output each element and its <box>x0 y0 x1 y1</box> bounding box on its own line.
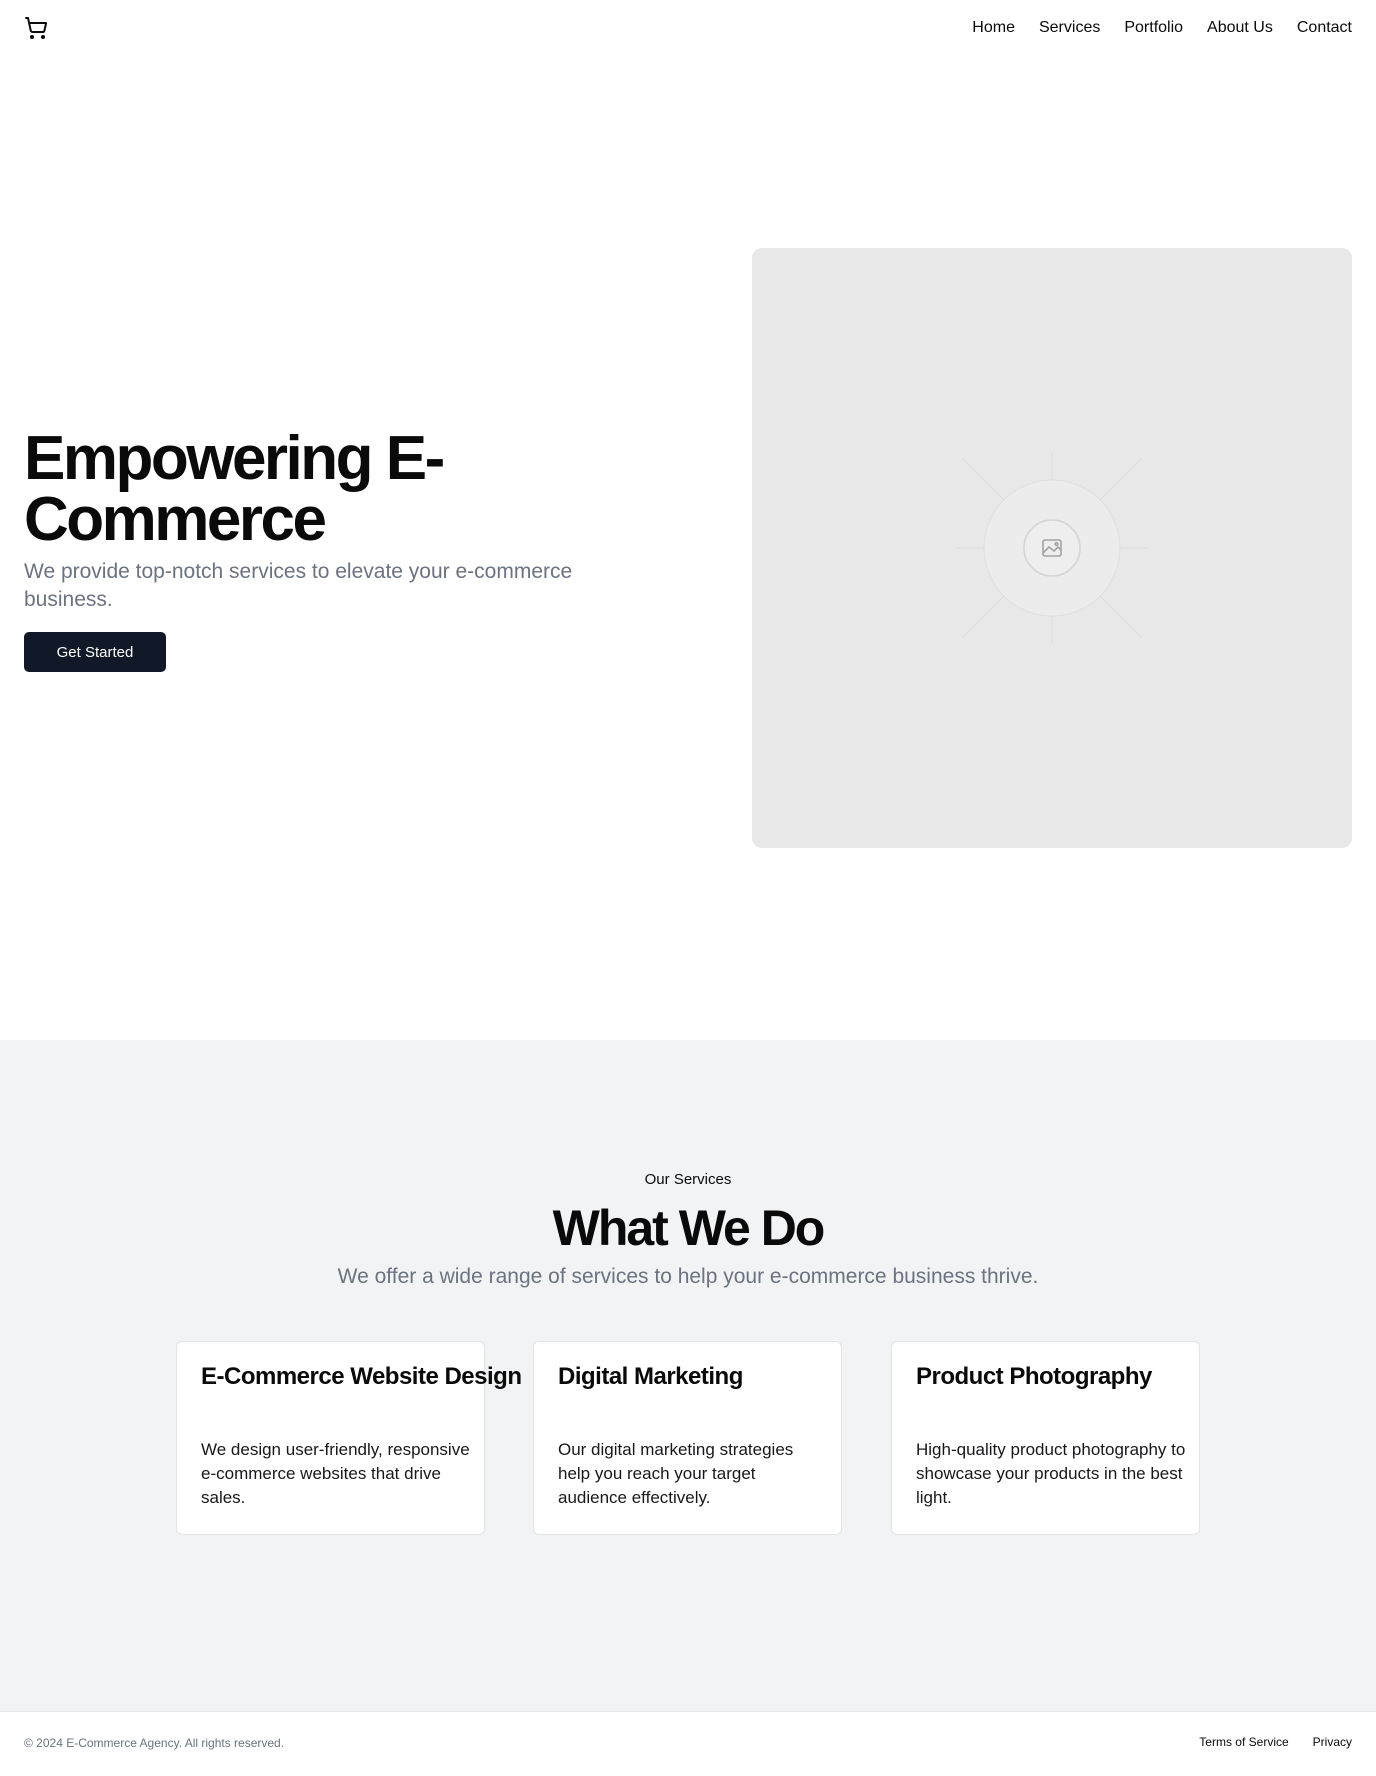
service-card-title: Product Photography <box>916 1363 1152 1390</box>
service-card-title: Digital Marketing <box>558 1363 743 1390</box>
main-nav: Home Services Portfolio About Us Contact <box>972 18 1352 38</box>
copyright-text: © 2024 E-Commerce Agency. All rights res… <box>24 1736 285 1750</box>
privacy-link[interactable]: Privacy <box>1313 1735 1352 1749</box>
hero-image-placeholder <box>752 248 1352 848</box>
site-header: Home Services Portfolio About Us Contact <box>0 0 1376 56</box>
hero-subtitle: We provide top-notch services to elevate… <box>24 560 573 611</box>
nav-contact[interactable]: Contact <box>1297 18 1352 38</box>
nav-services[interactable]: Services <box>1039 18 1100 38</box>
service-card-digital-marketing: Digital Marketing Our digital marketing … <box>533 1341 842 1535</box>
service-card-text: We design user-friendly, responsive e-co… <box>201 1440 470 1507</box>
hero-title: Empowering E-Commerce <box>24 424 445 554</box>
shopping-cart-icon <box>25 17 48 39</box>
site-footer: © 2024 E-Commerce Agency. All rights res… <box>0 1711 1376 1776</box>
logo-link[interactable] <box>24 16 48 40</box>
service-card-product-photography: Product Photography High-quality product… <box>891 1341 1200 1535</box>
services-eyebrow: Our Services <box>644 1171 732 1188</box>
hero-section: Empowering E-Commerce We provide top-not… <box>24 428 664 672</box>
service-card-title: E-Commerce Website Design <box>201 1363 522 1390</box>
footer-nav: Terms of Service Privacy <box>1199 1735 1352 1749</box>
nav-portfolio[interactable]: Portfolio <box>1124 18 1183 38</box>
nav-about-us[interactable]: About Us <box>1207 18 1273 38</box>
image-placeholder-icon <box>957 453 1147 643</box>
page: Home Services Portfolio About Us Contact… <box>0 0 1376 1776</box>
terms-of-service-link[interactable]: Terms of Service <box>1199 1735 1288 1749</box>
services-subtitle: We offer a wide range of services to hel… <box>337 1265 1039 1288</box>
service-card-website-design: E-Commerce Website Design We design user… <box>176 1341 522 1535</box>
nav-home[interactable]: Home <box>972 18 1015 38</box>
service-card-text: Our digital marketing strategies help yo… <box>558 1440 794 1507</box>
services-section: Our Services What We Do We offer a wide … <box>0 1040 1376 1711</box>
services-title: What We Do <box>552 1200 826 1256</box>
get-started-button[interactable]: Get Started <box>24 632 166 672</box>
service-card-text: High-quality product photography to show… <box>916 1440 1186 1507</box>
